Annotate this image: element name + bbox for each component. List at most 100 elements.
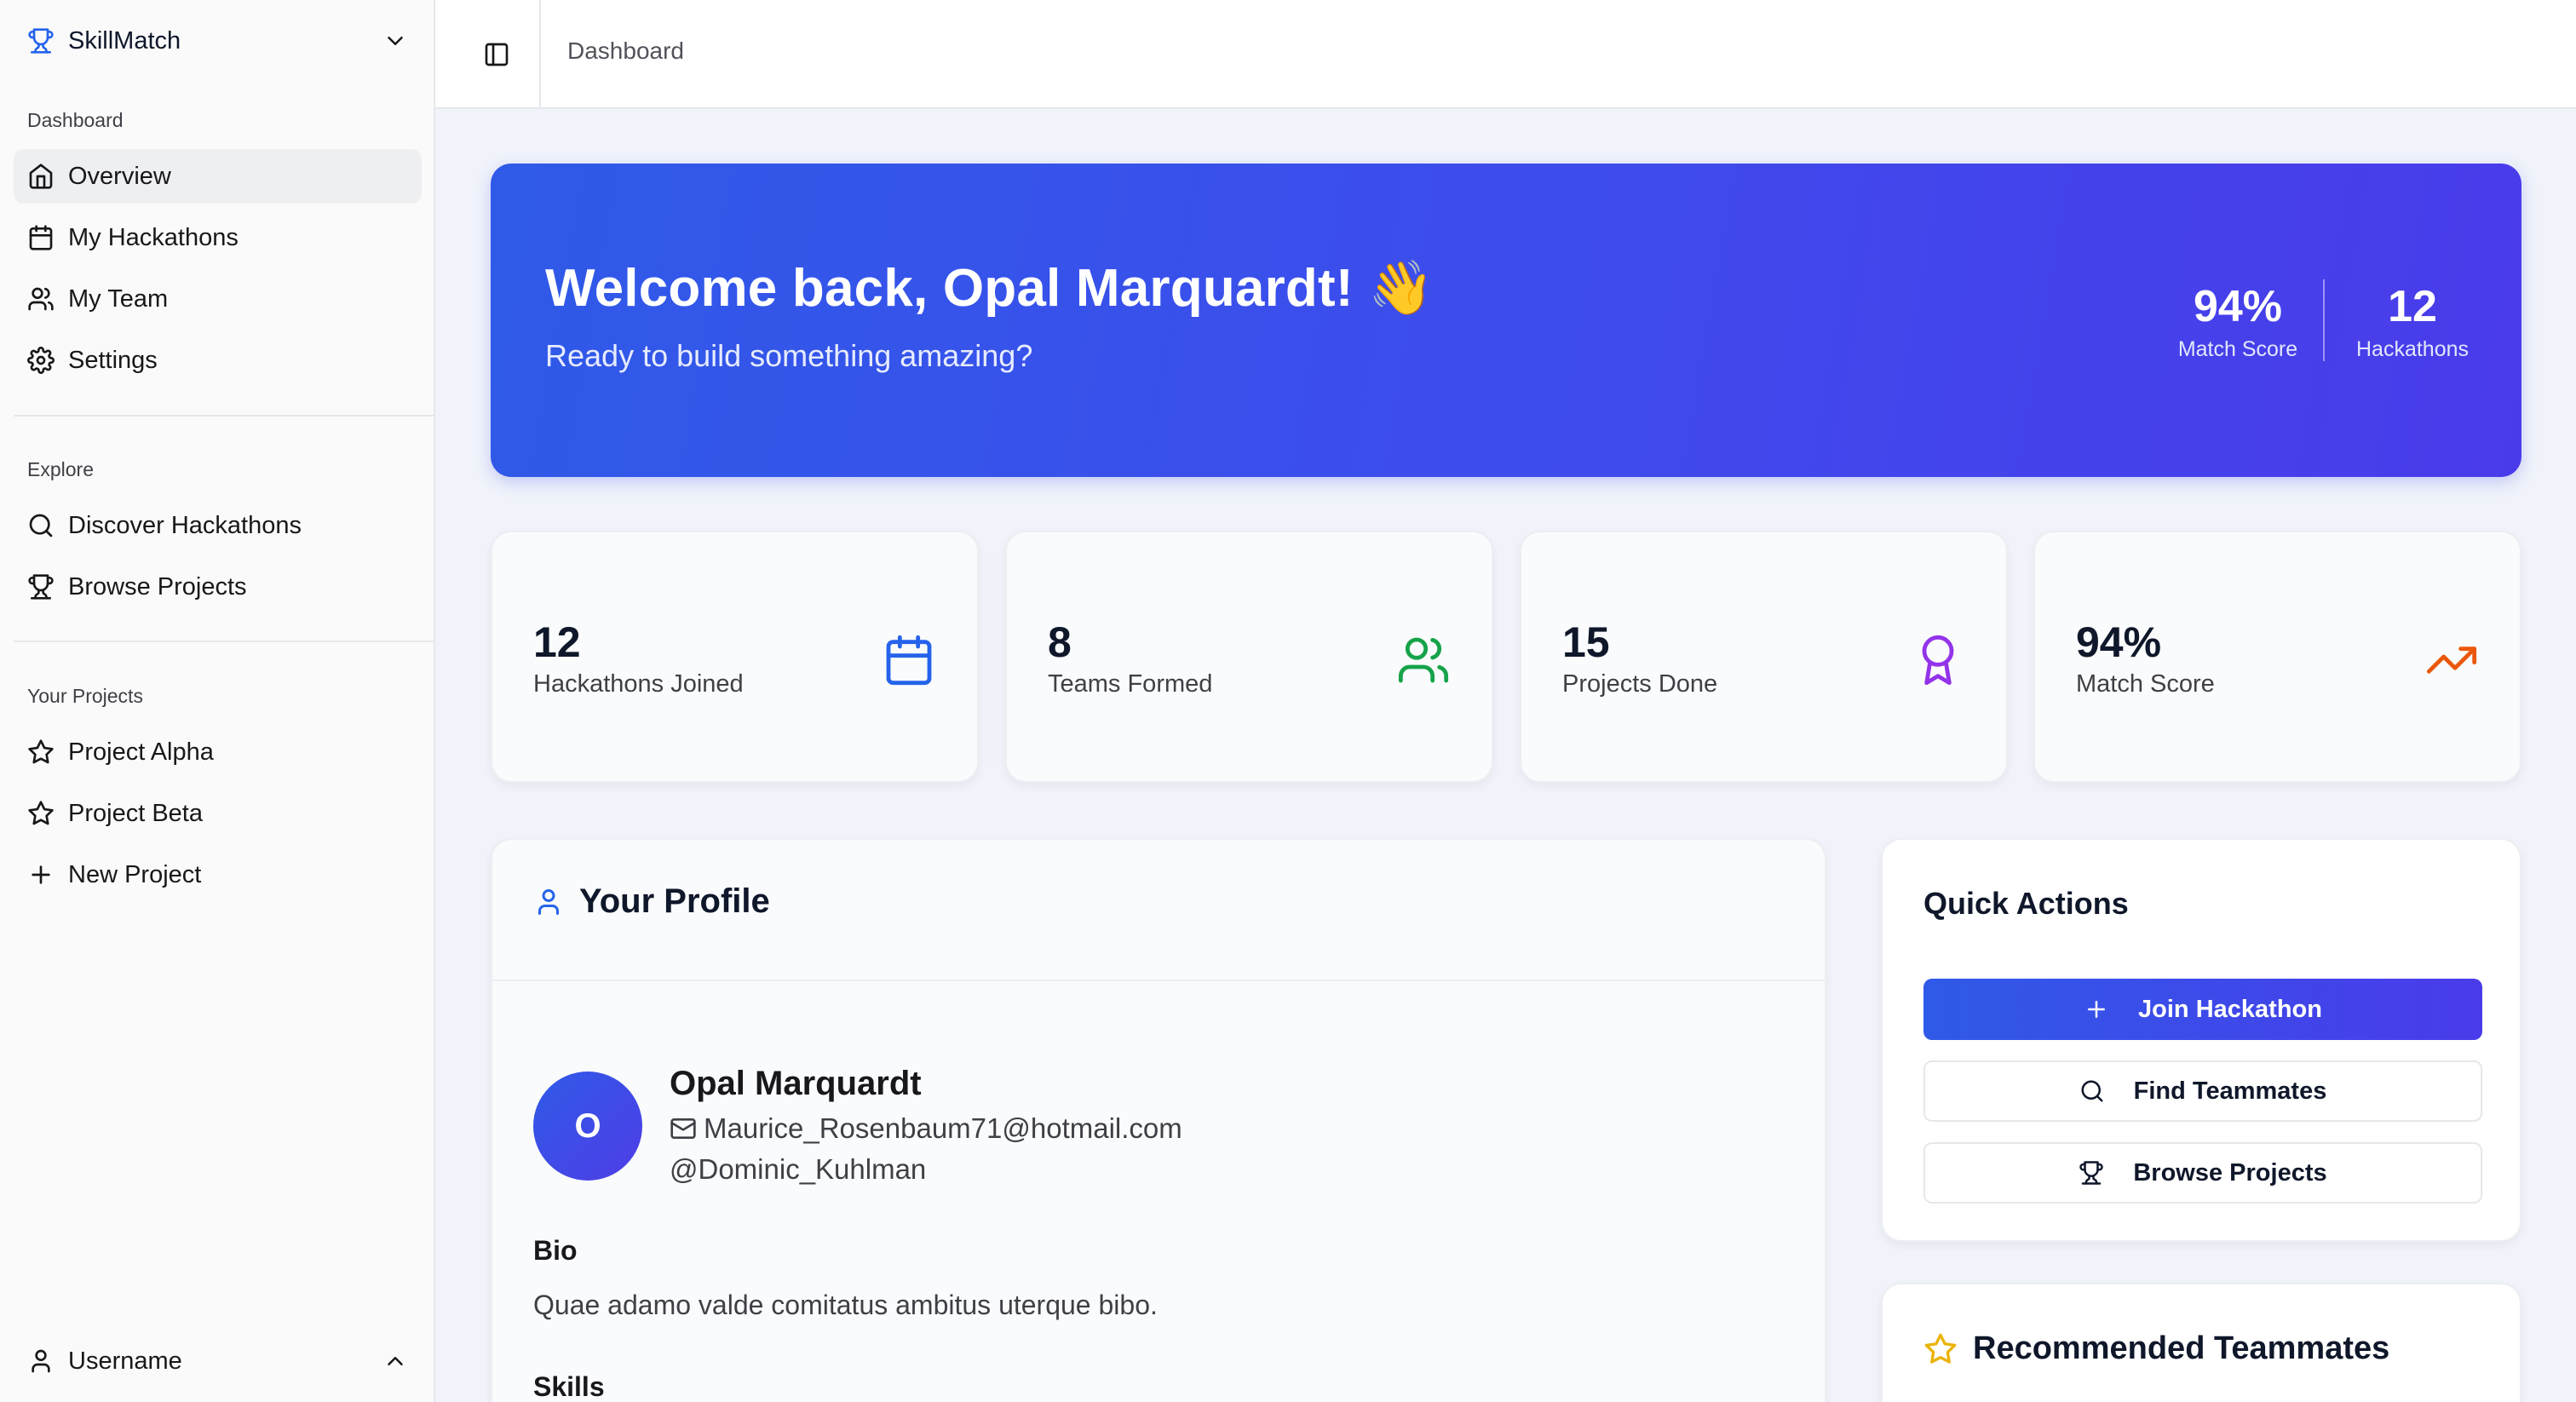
trophy-icon — [27, 573, 55, 600]
join-hackathon-button[interactable]: Join Hackathon — [1923, 979, 2482, 1040]
sidebar-item-label: Settings — [68, 346, 158, 374]
sidebar: SkillMatch Dashboard Overview My Hackath… — [0, 0, 435, 1402]
profile-title: Your Profile — [579, 882, 770, 920]
group-label-explore: Explore — [27, 458, 94, 480]
sidebar-item-label: Overview — [68, 162, 171, 190]
quick-actions-title: Quick Actions — [1923, 886, 2129, 921]
sidebar-item-settings[interactable]: Settings — [14, 333, 422, 388]
sidebar-divider — [14, 641, 435, 642]
sidebar-item-label: New Project — [68, 860, 202, 888]
button-label: Find Teammates — [2133, 1077, 2327, 1105]
recommended-teammates-card: Recommended Teammates — [1881, 1283, 2521, 1402]
sidebar-item-label: My Team — [68, 284, 169, 313]
trophy-icon — [2079, 1160, 2104, 1186]
gear-icon — [27, 347, 55, 374]
welcome-subtitle: Ready to build something amazing? — [545, 338, 1033, 373]
recommended-title: Recommended Teammates — [1973, 1330, 2390, 1366]
panel-left-icon — [483, 41, 510, 68]
recommended-header: Recommended Teammates — [1923, 1330, 2389, 1367]
banner-stat-value: 12 — [2388, 282, 2437, 331]
profile-divider — [492, 980, 1825, 981]
profile-header: Your Profile — [533, 882, 770, 921]
stat-card-hackathons-joined: 12 Hackathons Joined — [491, 531, 979, 783]
trophy-icon — [27, 27, 55, 55]
breadcrumb: Dashboard — [567, 37, 684, 64]
star-icon — [27, 800, 55, 827]
calendar-icon — [27, 224, 55, 251]
banner-stat-label: Hackathons — [2355, 337, 2470, 361]
award-icon — [1911, 633, 1965, 687]
group-label-dashboard: Dashboard — [27, 109, 124, 131]
star-icon — [1923, 1332, 1958, 1366]
sidebar-item-label: My Hackathons — [68, 223, 239, 251]
star-icon — [27, 738, 55, 766]
profile-name: Opal Marquardt — [670, 1065, 922, 1102]
user-icon — [533, 887, 564, 917]
stat-label: Teams Formed — [1048, 670, 1213, 698]
stat-label: Match Score — [2076, 670, 2215, 698]
user-icon — [27, 1347, 55, 1375]
stat-card-match-score: 94% Match Score — [2033, 531, 2521, 783]
banner-stat-divider — [2323, 279, 2325, 361]
search-icon — [2079, 1078, 2105, 1104]
banner-stat-hackathons: 12 Hackathons — [2344, 281, 2481, 362]
skills-label: Skills — [533, 1371, 605, 1402]
profile-email: Maurice_Rosenbaum71@hotmail.com — [704, 1112, 1182, 1144]
stat-card-teams-formed: 8 Teams Formed — [1005, 531, 1493, 783]
banner-stat-label: Match Score — [2177, 337, 2298, 361]
users-icon — [27, 285, 55, 313]
sidebar-item-overview[interactable]: Overview — [14, 149, 422, 204]
sidebar-item-project-beta[interactable]: Project Beta — [14, 786, 422, 841]
plus-icon — [2084, 997, 2109, 1022]
find-teammates-button[interactable]: Find Teammates — [1923, 1060, 2482, 1122]
sidebar-item-discover-hackathons[interactable]: Discover Hackathons — [14, 498, 422, 553]
avatar: O — [533, 1072, 642, 1181]
home-icon — [27, 163, 55, 190]
mail-icon — [670, 1115, 697, 1142]
sidebar-item-project-alpha[interactable]: Project Alpha — [14, 725, 422, 779]
top-header: Dashboard — [435, 0, 2576, 109]
chevron-down-icon — [382, 28, 408, 54]
search-icon — [27, 512, 55, 539]
sidebar-item-label: Project Alpha — [68, 738, 214, 766]
profile-card: Your Profile O Opal Marquardt Maurice_Ro… — [491, 838, 1826, 1402]
sidebar-item-browse-projects[interactable]: Browse Projects — [14, 560, 422, 614]
stat-value: 15 — [1562, 618, 1610, 666]
user-menu[interactable]: Username — [14, 1334, 422, 1388]
button-label: Browse Projects — [2133, 1158, 2327, 1187]
button-label: Join Hackathon — [2138, 995, 2322, 1023]
header-divider — [539, 0, 541, 107]
sidebar-item-new-project[interactable]: New Project — [14, 848, 422, 902]
quick-actions-card: Quick Actions Join Hackathon Find Teamma… — [1881, 838, 2521, 1242]
banner-stat-value: 94% — [2193, 282, 2283, 331]
sidebar-item-label: Browse Projects — [68, 572, 247, 600]
browse-projects-button[interactable]: Browse Projects — [1923, 1142, 2482, 1204]
stat-label: Projects Done — [1562, 670, 1718, 698]
username-label: Username — [68, 1347, 182, 1375]
chevron-up-icon — [382, 1348, 408, 1374]
plus-icon — [27, 861, 55, 888]
welcome-title: Welcome back, Opal Marquardt! 👋 — [545, 259, 1435, 318]
stat-value: 12 — [533, 618, 581, 666]
sidebar-item-label: Discover Hackathons — [68, 511, 302, 539]
banner-stat-match-score: 94% Match Score — [2170, 281, 2306, 362]
bio-label: Bio — [533, 1235, 578, 1266]
profile-handle: @Dominic_Kuhlman — [670, 1153, 927, 1185]
stat-value: 8 — [1048, 618, 1072, 666]
brand-name: SkillMatch — [68, 26, 181, 55]
sidebar-item-my-team[interactable]: My Team — [14, 272, 422, 326]
sidebar-item-my-hackathons[interactable]: My Hackathons — [14, 210, 422, 265]
sidebar-divider — [14, 415, 435, 417]
welcome-banner: Welcome back, Opal Marquardt! 👋 Ready to… — [491, 164, 2521, 477]
stat-label: Hackathons Joined — [533, 670, 744, 698]
stat-card-projects-done: 15 Projects Done — [1520, 531, 2008, 783]
sidebar-item-label: Project Beta — [68, 799, 203, 827]
stat-value: 94% — [2076, 618, 2162, 666]
sidebar-toggle-button[interactable] — [469, 37, 524, 72]
trending-up-icon — [2424, 633, 2479, 687]
group-label-projects: Your Projects — [27, 685, 143, 707]
calendar-icon — [882, 633, 936, 687]
team-switcher[interactable]: SkillMatch — [14, 15, 422, 66]
profile-email-row: Maurice_Rosenbaum71@hotmail.com — [670, 1112, 1182, 1145]
bio-text: Quae adamo valde comitatus ambitus uterq… — [533, 1290, 1158, 1320]
